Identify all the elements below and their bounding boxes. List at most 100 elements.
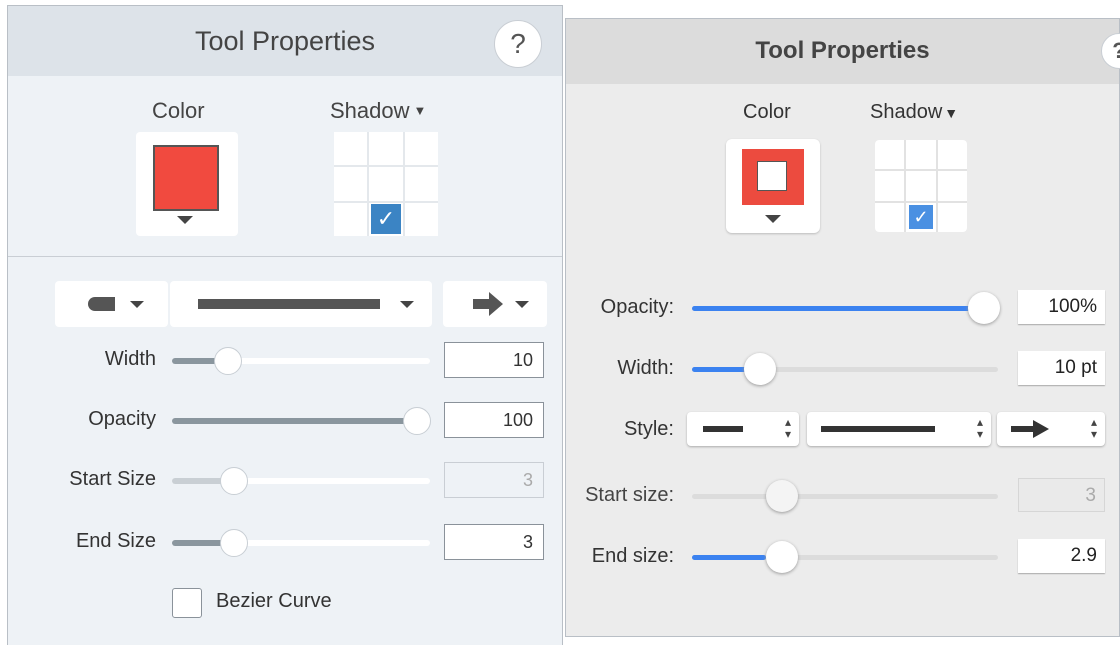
slider-fill [172,418,417,424]
divider [8,256,562,257]
shadow-cell[interactable] [334,202,368,236]
shadow-cell[interactable] [369,167,403,201]
color-swatch [153,145,219,211]
end-size-row: End Size 3 [8,524,562,560]
shadow-direction-grid[interactable]: ✓ [334,132,438,236]
shadow-cell[interactable] [369,132,403,166]
color-label: Color [152,98,205,123]
start-size-label: Start size: [585,484,674,506]
shadow-cell[interactable] [875,140,905,170]
shadow-cell[interactable] [937,171,967,201]
width-slider[interactable] [692,353,998,385]
end-size-input[interactable]: 3 [444,524,544,560]
slider-fill [692,555,766,560]
style-row: Style: ▴ ▾ ▴ ▾ ▴ ▾ [566,412,1119,448]
stepper-arrows-icon: ▴ ▾ [784,415,791,441]
end-size-slider[interactable] [692,541,998,573]
end-size-slider[interactable] [172,529,430,557]
shadow-cell[interactable] [906,140,936,170]
shadow-cell-selected[interactable]: ✓ [369,202,403,236]
line-style-dropdown[interactable] [170,281,432,327]
shadow-cell[interactable] [404,202,438,236]
color-picker-button[interactable] [726,139,820,233]
caret-down-icon: ▼ [413,103,427,118]
opacity-row: Opacity 100 [8,402,562,438]
end-size-row: End size: 2.9 [566,539,1119,575]
slider-knob[interactable] [744,353,776,385]
start-size-input[interactable]: 3 [1018,478,1105,512]
start-size-slider[interactable] [172,467,430,495]
bezier-curve-checkbox[interactable] [172,588,202,618]
start-size-slider[interactable] [692,480,998,512]
chevron-down-icon [130,301,144,308]
opacity-label: Opacity: [600,296,674,318]
arrow-end-dropdown[interactable]: ▴ ▾ [997,412,1105,446]
shadow-cell[interactable] [404,132,438,166]
line-cap-dropdown[interactable] [55,281,168,327]
arrow-right-icon [1011,420,1049,438]
opacity-input[interactable]: 100% [1018,290,1105,324]
chevron-down-icon [515,301,529,308]
shadow-cell[interactable] [334,167,368,201]
slider-knob[interactable] [214,347,242,375]
end-size-label: End size: [591,545,674,567]
width-row: Width 10 [8,342,562,378]
shadow-cell[interactable] [875,171,905,201]
width-label: Width [104,348,156,370]
bezier-curve-label: Bezier Curve [216,590,332,612]
shadow-cell[interactable] [404,167,438,201]
opacity-slider[interactable] [172,407,431,435]
start-size-label: Start Size [69,468,156,490]
opacity-input[interactable]: 100 [444,402,544,438]
chevron-down-icon [177,216,193,224]
fill-none-square [757,161,787,191]
stepper-arrows-icon: ▴ ▾ [976,415,983,441]
slider-knob[interactable] [766,541,798,573]
solid-line-icon [821,426,935,432]
panel-header: Tool Properties ? [566,19,1120,84]
panel-title: Tool Properties [755,37,930,64]
chevron-down-icon [400,301,414,308]
left-tool-properties-panel: Tool Properties ? Color Shadow ▼ ✓ Width… [7,5,563,645]
shadow-direction-grid[interactable]: ✓ [875,140,967,232]
color-picker-button[interactable] [136,132,238,236]
shadow-cell[interactable] [334,132,368,166]
width-input[interactable]: 10 [444,342,544,378]
right-tool-properties-panel: Tool Properties ? Color Shadow▼ ✓ Opacit… [565,18,1120,637]
style-label: Style: [623,418,674,440]
slider-knob[interactable] [220,467,248,495]
arrow-end-dropdown[interactable] [443,281,547,327]
shadow-dropdown[interactable]: Shadow ▼ [330,98,426,124]
shadow-label: Shadow [870,101,943,123]
slider-knob[interactable] [220,529,248,557]
slider-fill [692,494,766,499]
panel-header: Tool Properties ? [8,6,562,76]
color-swatch [742,149,804,205]
slider-knob[interactable] [403,407,431,435]
checkmark-icon: ✓ [908,205,933,230]
line-cap-dropdown[interactable]: ▴ ▾ [687,412,799,446]
shadow-cell[interactable] [937,140,967,170]
start-size-row: Start Size 3 [8,462,562,498]
end-size-input[interactable]: 2.9 [1018,539,1105,573]
line-cap-icon [703,426,743,432]
help-button[interactable]: ? [494,20,542,68]
shadow-cell-selected[interactable]: ✓ [906,202,936,232]
width-slider[interactable] [172,347,430,375]
opacity-row: Opacity: 100% [566,290,1119,326]
arrow-right-icon [473,292,503,316]
slider-knob[interactable] [766,480,798,512]
line-style-dropdown[interactable]: ▴ ▾ [807,412,991,446]
shadow-cell[interactable] [937,202,967,232]
width-input[interactable]: 10 pt [1018,351,1105,385]
shadow-cell[interactable] [906,171,936,201]
width-label: Width: [617,357,674,379]
slider-knob[interactable] [968,292,1000,324]
start-size-input[interactable]: 3 [444,462,544,498]
opacity-slider[interactable] [692,292,1000,324]
shadow-dropdown[interactable]: Shadow ▼ [870,101,958,124]
shadow-cell[interactable] [875,202,905,232]
opacity-label: Opacity [88,408,156,430]
rounded-cap-icon [88,297,115,311]
panel-title: Tool Properties [194,26,376,56]
